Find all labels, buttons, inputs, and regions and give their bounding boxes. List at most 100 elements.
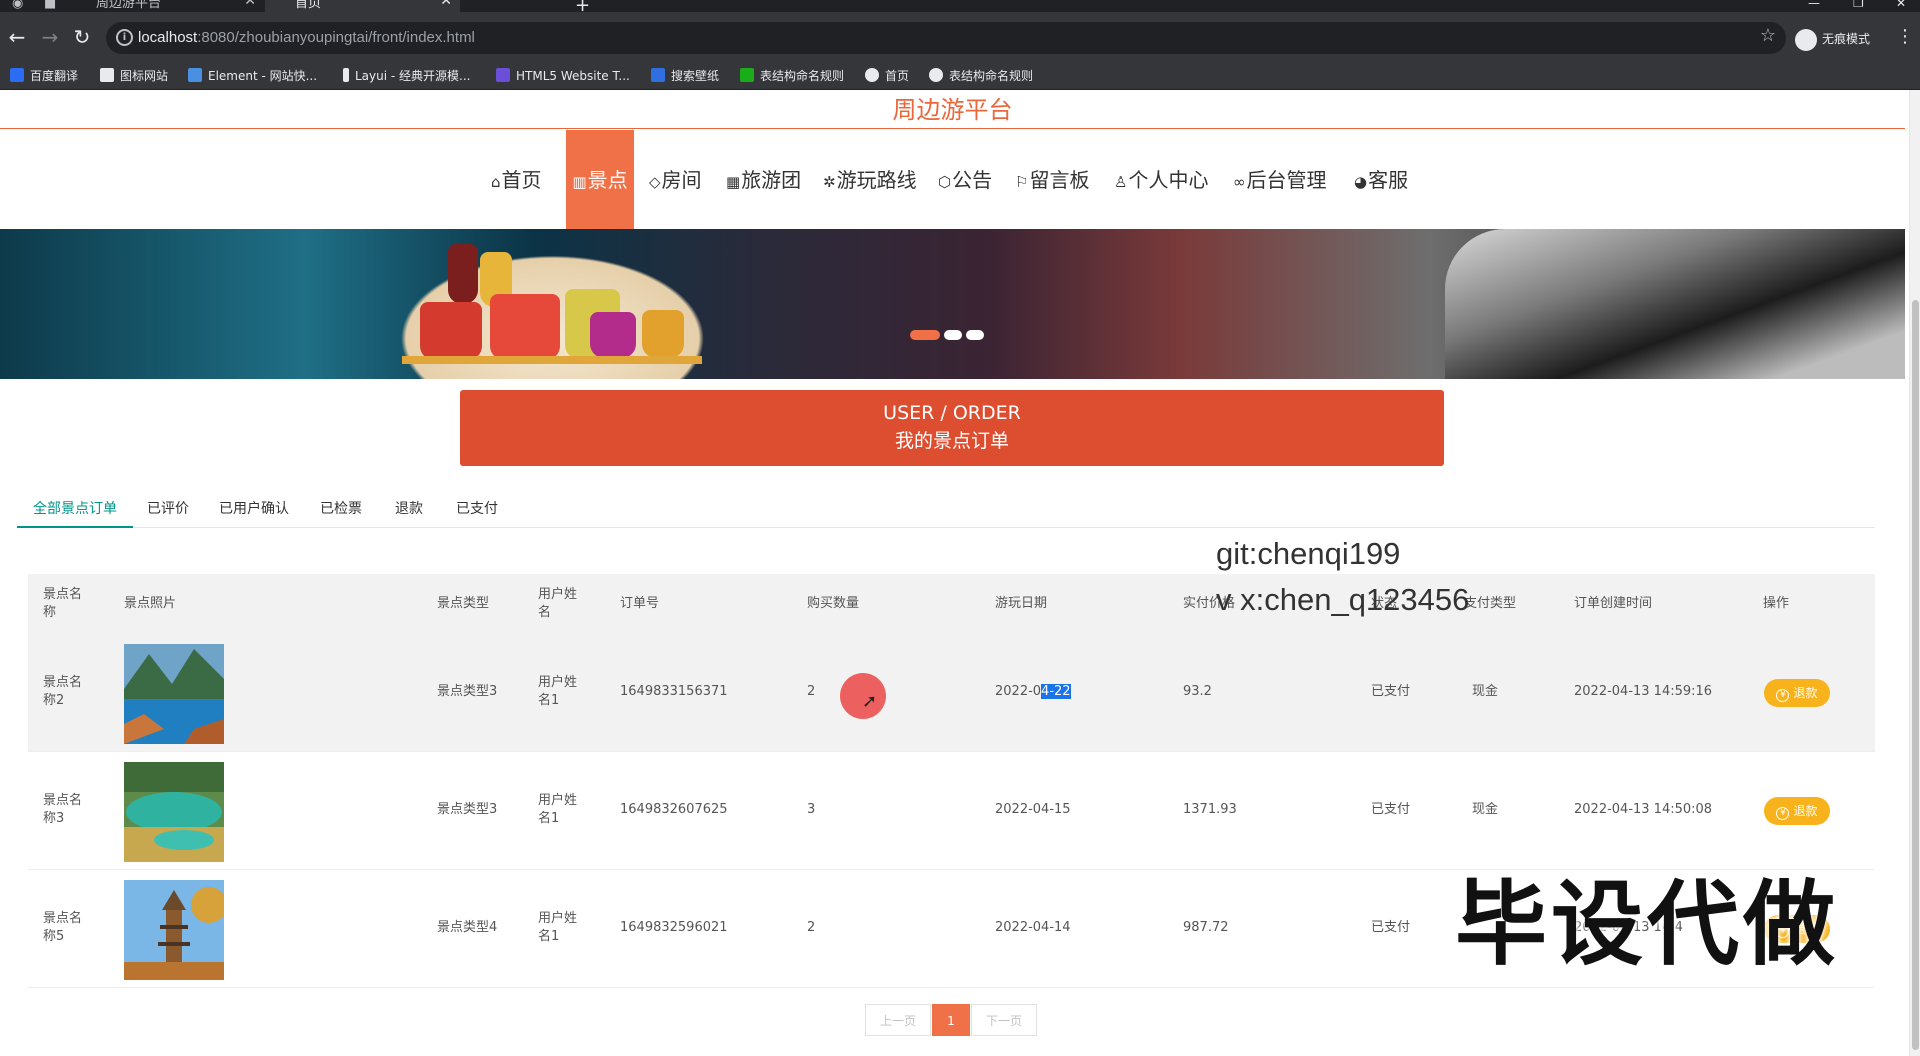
wallpaper-icon — [651, 68, 665, 82]
bookmark-item[interactable]: HTML5 Website T... — [496, 68, 630, 84]
nav-item-routes[interactable]: ✲游玩路线 — [823, 130, 917, 230]
jar-shape — [490, 294, 560, 360]
col-header: 游玩日期 — [995, 596, 1048, 611]
col-header: 订单创建时间 — [1574, 596, 1653, 611]
nav-item-rooms[interactable]: ◇房间 — [649, 130, 702, 230]
link-icon: ∞ — [1233, 173, 1246, 191]
restore-icon[interactable]: ❐ — [1853, 0, 1864, 10]
visit-date: 2022-04-15 — [995, 802, 1071, 817]
carousel-dot[interactable] — [966, 330, 984, 340]
tab-paid[interactable]: 已支付 — [440, 490, 514, 528]
bookmark-item[interactable]: Element - 网站快... — [188, 68, 317, 84]
paid-price: 1371.93 — [1183, 802, 1237, 817]
order-status: 已支付 — [1371, 920, 1411, 935]
next-page-button[interactable]: 下一页 — [971, 1004, 1037, 1036]
nav-item-service[interactable]: ◕客服 — [1354, 130, 1408, 230]
nav-item-message-board[interactable]: ⚐留言板 — [1015, 130, 1089, 230]
browser-toolbar: ← → ↻ i localhost:8080/zhoubianyoupingta… — [0, 12, 1920, 62]
carousel-banner[interactable] — [0, 229, 1905, 379]
col-header: 用户姓名 — [538, 587, 578, 620]
tray-shape — [402, 356, 702, 364]
carousel-dot[interactable] — [910, 330, 940, 340]
order-number: 1649832596021 — [620, 920, 728, 935]
bookmark-item[interactable]: 图标网站 — [100, 68, 168, 84]
tab-refund[interactable]: 退款 — [379, 490, 439, 528]
calendar-icon: ▦ — [726, 173, 741, 191]
paid-price: 987.72 — [1183, 920, 1229, 935]
user-name: 用户姓名1 — [538, 911, 578, 944]
order-filter-tabs: 全部景点订单 已评价 已用户确认 已检票 退款 已支付 — [17, 490, 1875, 528]
jar-shape — [448, 244, 478, 304]
bookmark-item[interactable]: Layui - 经典开源模... — [343, 68, 470, 84]
order-header-cn: 我的景点订单 — [894, 430, 1009, 452]
url-text[interactable]: localhost:8080/zhoubianyoupingtai/front/… — [138, 29, 475, 46]
browser-menu-icon[interactable]: ⋮ — [1896, 26, 1914, 47]
site-info-icon[interactable]: i — [116, 29, 133, 46]
tab-user-confirmed[interactable]: 已用户确认 — [203, 490, 305, 528]
flag-icon — [100, 68, 114, 82]
visit-date: 2022-04-22 — [995, 683, 1071, 701]
user-name: 用户姓名1 — [538, 793, 578, 826]
order-number: 1649832607625 — [620, 802, 728, 817]
col-header: 景点名称 — [43, 587, 83, 620]
yen-icon: ¥ — [1776, 689, 1790, 702]
sheet-icon — [740, 68, 754, 82]
nav-item-personal-center[interactable]: ♙个人中心 — [1114, 130, 1208, 230]
payment-type: 现金 — [1472, 684, 1499, 699]
bookmark-item[interactable]: 首页 — [865, 68, 909, 84]
col-header: 购买数量 — [807, 596, 860, 611]
refund-button[interactable]: ¥ 退款 — [1764, 797, 1830, 825]
nav-item-home[interactable]: ⌂首页 — [491, 130, 542, 230]
incognito-indicator[interactable]: 无痕模式 — [1795, 27, 1870, 51]
prev-page-button[interactable]: 上一页 — [865, 1004, 931, 1036]
minimize-icon[interactable]: — — [1808, 0, 1820, 10]
tab-zhoubianyou[interactable]: 周边游平台 ✕ — [74, 0, 264, 12]
page-viewport: 周边游平台 ⌂首页 ▥景点 ◇房间 ▦旅游团 ✲游玩路线 ⬡公告 ⚐留言板 ♙个… — [0, 90, 1920, 1056]
carousel-dot[interactable] — [944, 330, 962, 340]
nav-item-notice[interactable]: ⬡公告 — [938, 130, 992, 230]
bookmark-item[interactable]: 搜索壁纸 — [651, 68, 719, 84]
table-row[interactable]: 景点名称2 景点类型3 用户姓名1 1649833156371 2 2022-0… — [28, 634, 1875, 752]
refund-button[interactable]: ¥ 退款 — [1764, 679, 1830, 707]
tab-close-icon[interactable]: ✕ — [440, 0, 452, 8]
tab-all-orders[interactable]: 全部景点订单 — [17, 490, 133, 528]
scenic-name: 景点名称3 — [43, 793, 83, 826]
order-number: 1649833156371 — [620, 684, 728, 699]
tab-search-icon[interactable]: ■ — [44, 0, 60, 12]
tab-checked-in[interactable]: 已检票 — [304, 490, 378, 528]
yen-icon: ¥ — [1776, 807, 1790, 820]
reload-icon[interactable]: ↻ — [69, 24, 95, 50]
tab-home[interactable]: 首页 ✕ — [265, 0, 460, 12]
tab-reviewed[interactable]: 已评价 — [131, 490, 205, 528]
window-close-icon[interactable]: ✕ — [1896, 0, 1906, 10]
nav-item-admin[interactable]: ∞后台管理 — [1233, 130, 1327, 230]
visit-date: 2022-04-14 — [995, 920, 1071, 935]
quantity: 2 — [807, 920, 816, 935]
quantity: 3 — [807, 802, 816, 817]
page-number-current[interactable]: 1 — [932, 1004, 970, 1036]
tab-label: 周边游平台 — [96, 0, 162, 11]
order-header-en: USER / ORDER — [883, 402, 1021, 424]
nav-item-scenic[interactable]: ▥景点 — [566, 130, 634, 230]
home-icon: ⌂ — [491, 173, 501, 191]
bookmark-item[interactable]: 百度翻译 — [10, 68, 78, 84]
scrollbar-thumb[interactable] — [1912, 300, 1919, 1050]
jar-shape — [420, 302, 482, 360]
selected-text: 4-22 — [1041, 684, 1071, 699]
user-name: 用户姓名1 — [538, 675, 578, 708]
tab-close-icon[interactable]: ✕ — [244, 0, 256, 8]
back-icon[interactable]: ← — [4, 24, 30, 50]
chrome-icon: ◉ — [12, 0, 24, 11]
order-status: 已支付 — [1371, 802, 1411, 817]
bookmark-item[interactable]: 表结构命名规则 — [929, 68, 1033, 84]
address-bar[interactable]: i localhost:8080/zhoubianyoupingtai/fron… — [106, 22, 1786, 54]
element-icon — [188, 68, 202, 82]
scenic-photo-pagoda — [124, 880, 224, 980]
nav-item-tour-group[interactable]: ▦旅游团 — [726, 130, 801, 230]
bookmark-item[interactable]: 表结构命名规则 — [740, 68, 844, 84]
scenic-name: 景点名称2 — [43, 675, 83, 708]
page-scrollbar[interactable] — [1909, 90, 1920, 1056]
bookmark-star-icon[interactable]: ☆ — [1760, 25, 1776, 46]
forward-icon[interactable]: → — [37, 24, 63, 50]
watermark-git: git:chenqi199 — [1216, 536, 1401, 571]
